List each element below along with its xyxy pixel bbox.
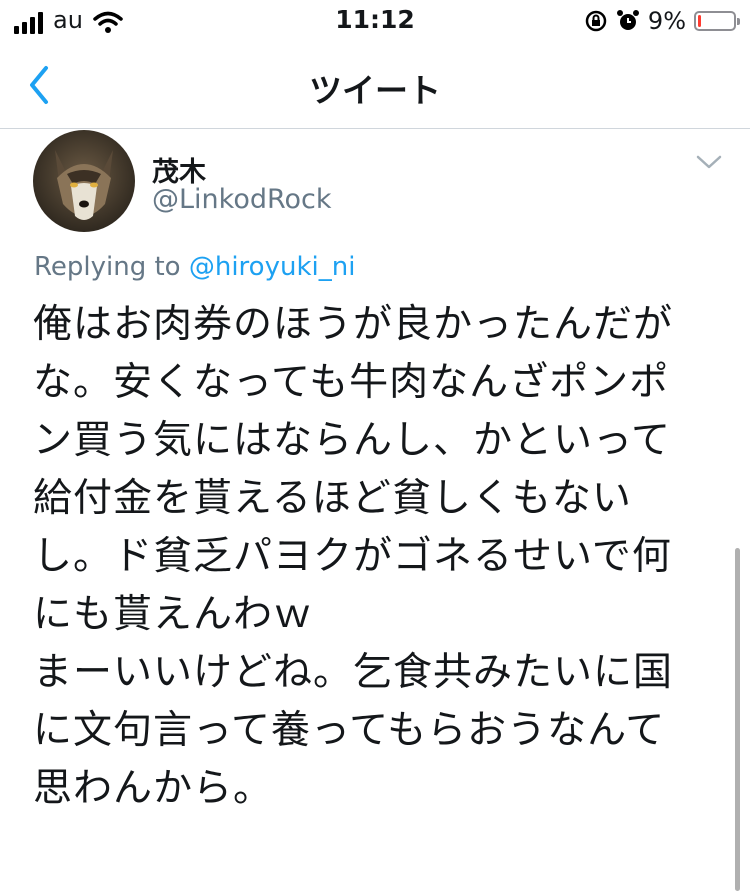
replying-to-mention-link[interactable]: @hiroyuki_ni [189,252,356,282]
tweet-text-line: な。安くなっても牛肉なんざポンポ [33,360,670,405]
tweet-text-line: 思わんから。 [33,766,274,811]
author-handle[interactable]: @LinkodRock [152,184,332,215]
status-bar: au 11:12 9% [0,0,750,40]
scrollbar[interactable] [735,548,740,891]
chevron-down-icon[interactable] [694,152,724,172]
tweet-text-line: にも貰えんわｗ [33,592,314,637]
page-title: ツイート [309,71,441,110]
avatar[interactable] [33,130,135,232]
battery-percent: 9% [647,7,686,35]
wolf-avatar-image [33,130,135,232]
tweet-text-line: し。ド貧乏パヨクがゴネるせいで何 [33,534,672,579]
tweet-text-line: まーいいけどね。乞食共みたいに国 [33,650,674,695]
alarm-icon [616,10,639,30]
tweet-text: 俺はお肉券のほうが良かったんだが な。安くなっても牛肉なんざポンポ ン買う気には… [33,296,703,818]
navigation-bar: ツイート [0,40,750,129]
rotation-lock-icon [585,10,607,32]
replying-to-label: Replying to [34,252,181,282]
battery-icon [694,11,740,31]
tweet-text-line: 俺はお肉券のほうが良かったんだが [33,302,674,347]
replying-to: Replying to @hiroyuki_ni [34,252,355,282]
battery-level [698,15,701,27]
tweet-text-line: ン買う気にはならんし、かといって [33,418,672,463]
tweet-text-line: に文句言って養ってもらおうなんて [33,708,666,753]
status-right: 9% [584,7,740,35]
tweet-text-line: 給付金を貰えるほど貧しくもない [33,476,632,521]
